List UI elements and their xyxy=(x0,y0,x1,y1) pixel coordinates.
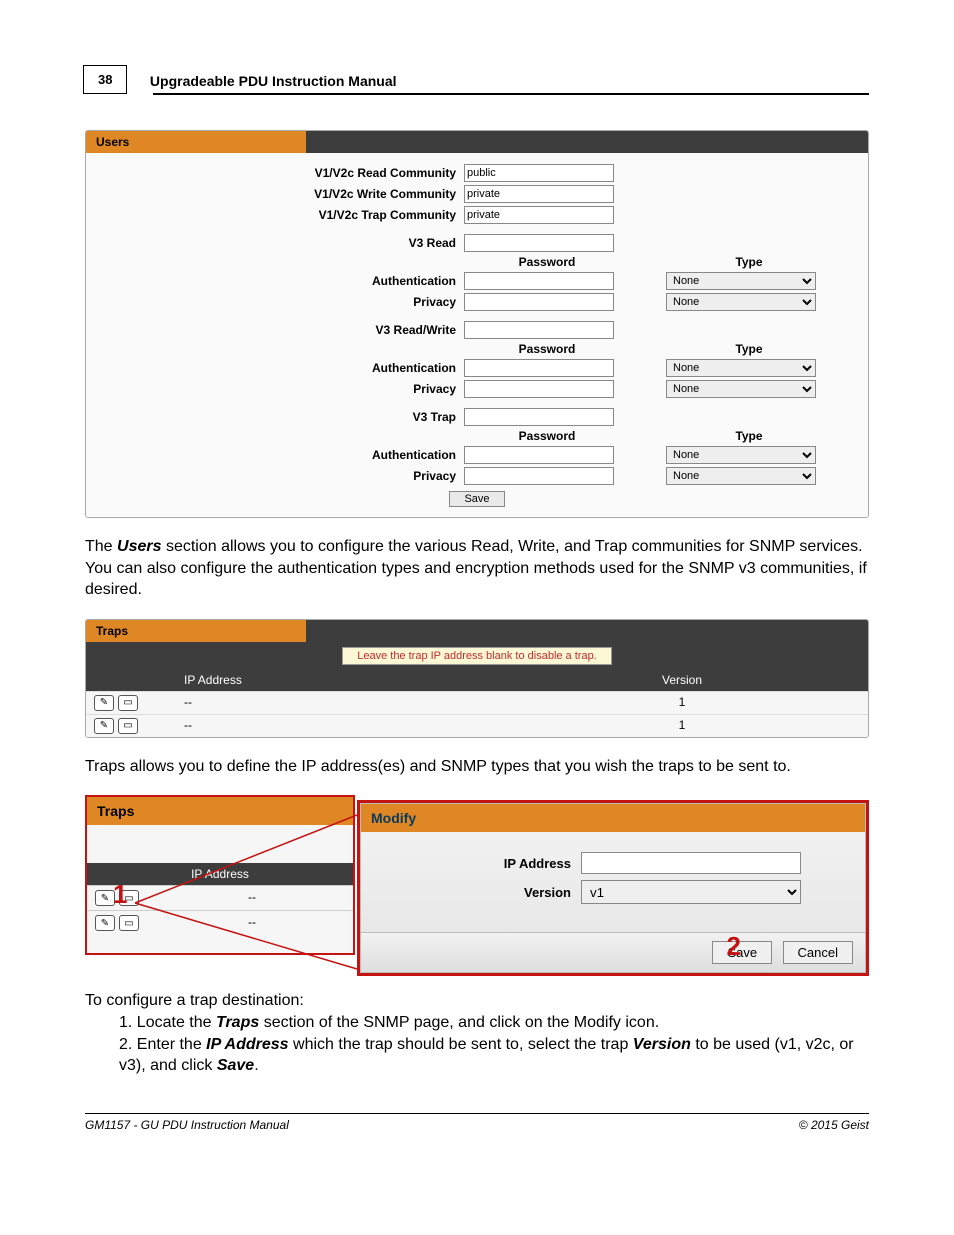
snmp-save-button[interactable]: Save xyxy=(449,491,504,507)
v3read-priv-password[interactable] xyxy=(464,293,614,311)
instr-step-2: 2. Enter the IP Address which the trap s… xyxy=(119,1034,869,1077)
v3read-priv-label: Privacy xyxy=(104,295,464,309)
v3trap-auth-password[interactable] xyxy=(464,446,614,464)
v3rw-auth-label: Authentication xyxy=(104,361,464,375)
write-community-label: V1/V2c Write Community xyxy=(104,187,464,201)
traps-table-header: IP Address Version xyxy=(86,669,868,691)
view-icon[interactable]: ▭ xyxy=(118,718,138,734)
trap-ip: -- xyxy=(184,718,504,734)
modify-save-button[interactable]: Save xyxy=(712,941,772,964)
manual-title: Upgradeable PDU Instruction Manual xyxy=(150,73,397,89)
traps-panel: Traps Leave the trap IP address blank to… xyxy=(85,619,869,738)
traps-panel-callout: Traps IP Address ✎ ▭ -- ✎ ▭ -- 1 xyxy=(85,795,355,955)
header-rule xyxy=(153,93,869,95)
footer-right: © 2015 Geist xyxy=(799,1118,869,1132)
body-paragraph-1: The Users section allows you to configur… xyxy=(85,536,869,601)
type-header: Type xyxy=(674,255,824,269)
trap-ip-callout: -- xyxy=(159,890,345,906)
trap-row: ✎ ▭ -- 1 xyxy=(86,714,868,737)
callout-number-1: 1 xyxy=(113,879,127,910)
modify-ip-input[interactable] xyxy=(581,852,801,874)
page-footer: GM1157 - GU PDU Instruction Manual © 201… xyxy=(85,1113,869,1132)
v3rw-auth-type[interactable]: None xyxy=(666,359,816,377)
v3trap-priv-password[interactable] xyxy=(464,467,614,485)
body-paragraph-2: Traps allows you to define the IP addres… xyxy=(85,756,869,778)
traps-tab-callout: Traps xyxy=(87,797,355,825)
traps-hint: Leave the trap IP address blank to disab… xyxy=(342,647,612,665)
traps-hint-strip: Leave the trap IP address blank to disab… xyxy=(86,642,868,669)
v3trap-auth-type[interactable]: None xyxy=(666,446,816,464)
v3-read-input[interactable] xyxy=(464,234,614,252)
type-header-2: Type xyxy=(674,342,824,356)
instr-lead: To configure a trap destination: xyxy=(85,992,304,1009)
v3-trap-input[interactable] xyxy=(464,408,614,426)
page-number: 38 xyxy=(83,65,127,94)
traps-header-bar xyxy=(306,620,868,642)
trap-version: 1 xyxy=(504,695,860,711)
v3trap-auth-label: Authentication xyxy=(104,448,464,462)
snmp-users-panel: Users V1/V2c Read Community V1/V2c Write… xyxy=(85,130,869,518)
v3rw-priv-label: Privacy xyxy=(104,382,464,396)
view-icon[interactable]: ▭ xyxy=(119,915,139,931)
v3rw-priv-type[interactable]: None xyxy=(666,380,816,398)
modify-version-select[interactable]: v1 xyxy=(581,880,801,904)
trap-ip-callout: -- xyxy=(159,915,345,931)
snmp-form: V1/V2c Read Community V1/V2c Write Commu… xyxy=(86,153,868,517)
v3-read-label: V3 Read xyxy=(104,236,464,250)
callout-number-2: 2 xyxy=(727,931,741,962)
instructions: To configure a trap destination: 1. Loca… xyxy=(85,990,869,1076)
footer-left: GM1157 - GU PDU Instruction Manual xyxy=(85,1118,289,1132)
v3read-auth-password[interactable] xyxy=(464,272,614,290)
v3rw-auth-password[interactable] xyxy=(464,359,614,377)
read-community-input[interactable] xyxy=(464,164,614,182)
modify-callout: Traps IP Address ✎ ▭ -- ✎ ▭ -- 1 Modify xyxy=(85,795,869,980)
p1-post: section allows you to configure the vari… xyxy=(85,538,867,598)
traps-col-ip: IP Address xyxy=(184,673,504,687)
password-header-3: Password xyxy=(472,429,622,443)
read-community-label: V1/V2c Read Community xyxy=(104,166,464,180)
traps-col-ver: Version xyxy=(504,673,860,687)
edit-icon[interactable]: ✎ xyxy=(95,915,115,931)
trap-community-label: V1/V2c Trap Community xyxy=(104,208,464,222)
modify-ip-label: IP Address xyxy=(381,856,581,871)
view-icon[interactable]: ▭ xyxy=(118,695,138,711)
write-community-input[interactable] xyxy=(464,185,614,203)
modify-version-label: Version xyxy=(381,885,581,900)
v3-rw-label: V3 Read/Write xyxy=(104,323,464,337)
modify-dialog: Modify IP Address Version v1 2 Save Canc… xyxy=(357,800,869,976)
users-tab: Users xyxy=(86,131,306,153)
edit-icon[interactable]: ✎ xyxy=(94,695,114,711)
trap-community-input[interactable] xyxy=(464,206,614,224)
v3-trap-label: V3 Trap xyxy=(104,410,464,424)
v3-rw-input[interactable] xyxy=(464,321,614,339)
v3rw-priv-password[interactable] xyxy=(464,380,614,398)
page-header: 38 Upgradeable PDU Instruction Manual xyxy=(83,65,869,95)
type-header-3: Type xyxy=(674,429,824,443)
trap-row: ✎ ▭ -- 1 xyxy=(86,691,868,714)
traps-body: ✎ ▭ -- 1 ✎ ▭ -- 1 xyxy=(86,691,868,737)
edit-icon[interactable]: ✎ xyxy=(94,718,114,734)
instr-step-1: 1. Locate the Traps section of the SNMP … xyxy=(119,1012,869,1034)
p1-pre: The xyxy=(85,538,117,555)
panel-header: Users xyxy=(86,131,868,153)
edit-icon[interactable]: ✎ xyxy=(95,890,115,906)
trap-version: 1 xyxy=(504,718,860,734)
panel-header-bar xyxy=(306,131,868,153)
password-header-2: Password xyxy=(472,342,622,356)
trap-ip: -- xyxy=(184,695,504,711)
v3read-priv-type[interactable]: None xyxy=(666,293,816,311)
v3read-auth-label: Authentication xyxy=(104,274,464,288)
modify-title: Modify xyxy=(361,804,865,832)
p1-bi: Users xyxy=(117,538,161,555)
traps-tab: Traps xyxy=(86,620,306,642)
v3trap-priv-type[interactable]: None xyxy=(666,467,816,485)
modify-cancel-button[interactable]: Cancel xyxy=(783,941,853,964)
password-header: Password xyxy=(472,255,622,269)
v3read-auth-type[interactable]: None xyxy=(666,272,816,290)
v3trap-priv-label: Privacy xyxy=(104,469,464,483)
